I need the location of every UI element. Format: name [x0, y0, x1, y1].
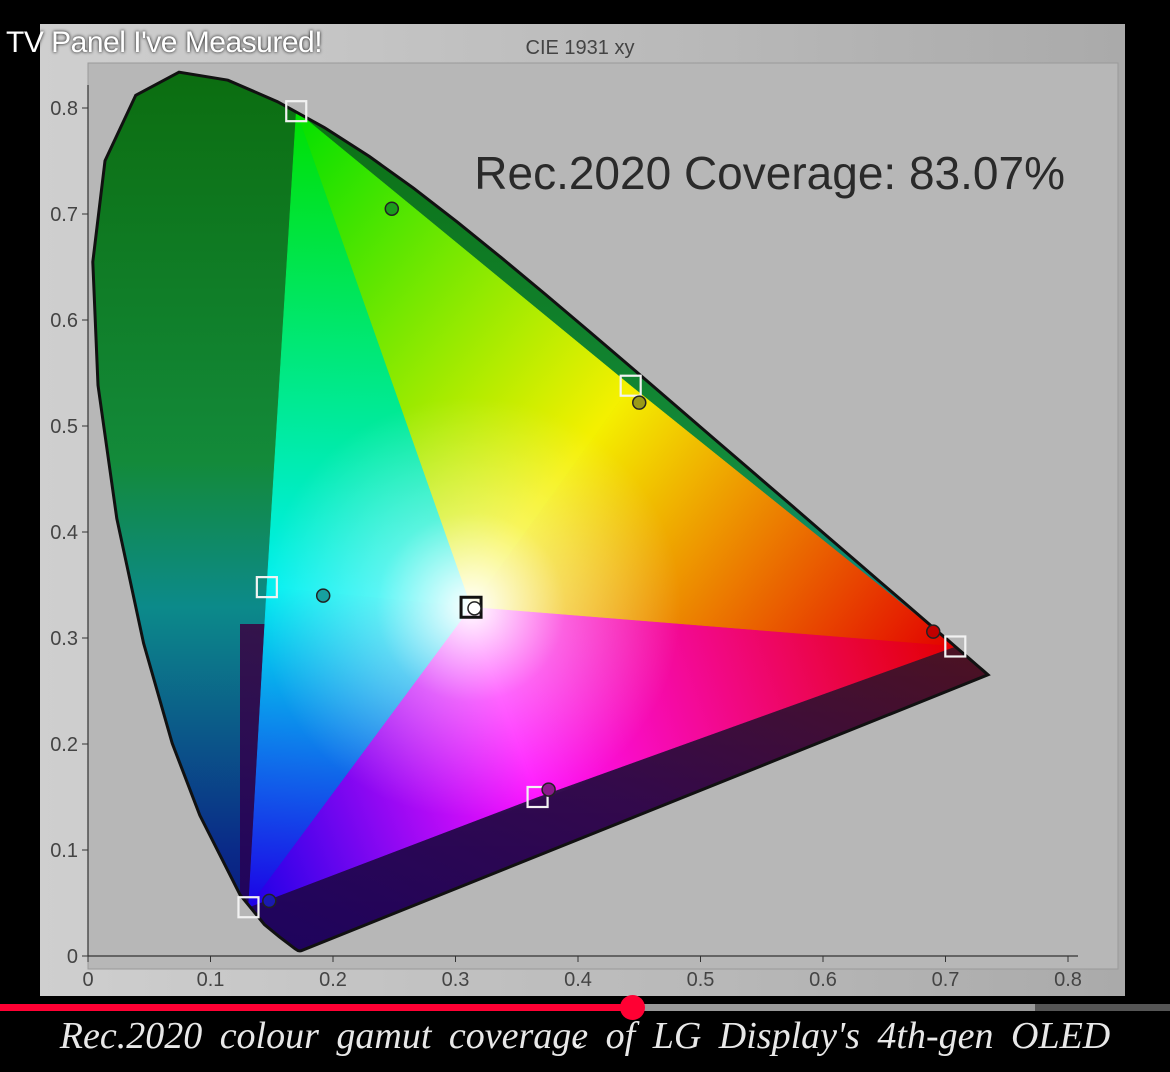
chart-frame: CIE 1931 xy Rec.2020 Coverage: 83.07% 00…: [40, 24, 1125, 996]
x-tick-label: 0.3: [442, 969, 470, 991]
x-tick-label: 0.6: [809, 969, 837, 991]
progress-bar[interactable]: [0, 995, 1170, 1020]
x-tick-label: 0.1: [197, 969, 225, 991]
y-tick-label: 0.5: [50, 416, 78, 438]
chart-title: CIE 1931 xy: [526, 37, 635, 59]
y-tick-label: 0.6: [50, 310, 78, 332]
y-tick-label: 0.3: [50, 628, 78, 650]
measured-point-marker: [384, 201, 400, 216]
chevron-down-icon[interactable]: ⌄: [570, 1031, 585, 1052]
video-title: TV Panel I've Measured!: [6, 26, 323, 59]
x-tick-label: 0: [82, 969, 93, 991]
cie-chart: CIE 1931 xy Rec.2020 Coverage: 83.07% 00…: [50, 37, 1119, 991]
x-tick-label: 0.2: [319, 969, 347, 991]
measured-point-marker: [541, 782, 556, 797]
measured-point-marker: [926, 624, 941, 639]
y-tick-label: 0.2: [50, 734, 78, 756]
x-tick-label: 0.4: [564, 969, 592, 991]
measured-point-marker: [632, 395, 647, 410]
y-tick-label: 0: [67, 946, 78, 968]
y-tick-label: 0.7: [50, 204, 78, 226]
coverage-annotation: Rec.2020 Coverage: 83.07%: [474, 147, 1065, 199]
measured-point-marker: [262, 893, 277, 909]
y-tick-label: 0.8: [50, 98, 78, 120]
x-tick-label: 0.8: [1054, 969, 1082, 991]
measured-point-marker: [467, 601, 482, 616]
y-tick-label: 0.1: [50, 840, 78, 862]
measured-point-marker: [315, 588, 331, 603]
y-tick-label: 0.4: [50, 522, 78, 544]
x-tick-label: 0.5: [687, 969, 715, 991]
x-tick-label: 0.7: [932, 969, 960, 991]
progress-fill: [0, 1004, 632, 1011]
